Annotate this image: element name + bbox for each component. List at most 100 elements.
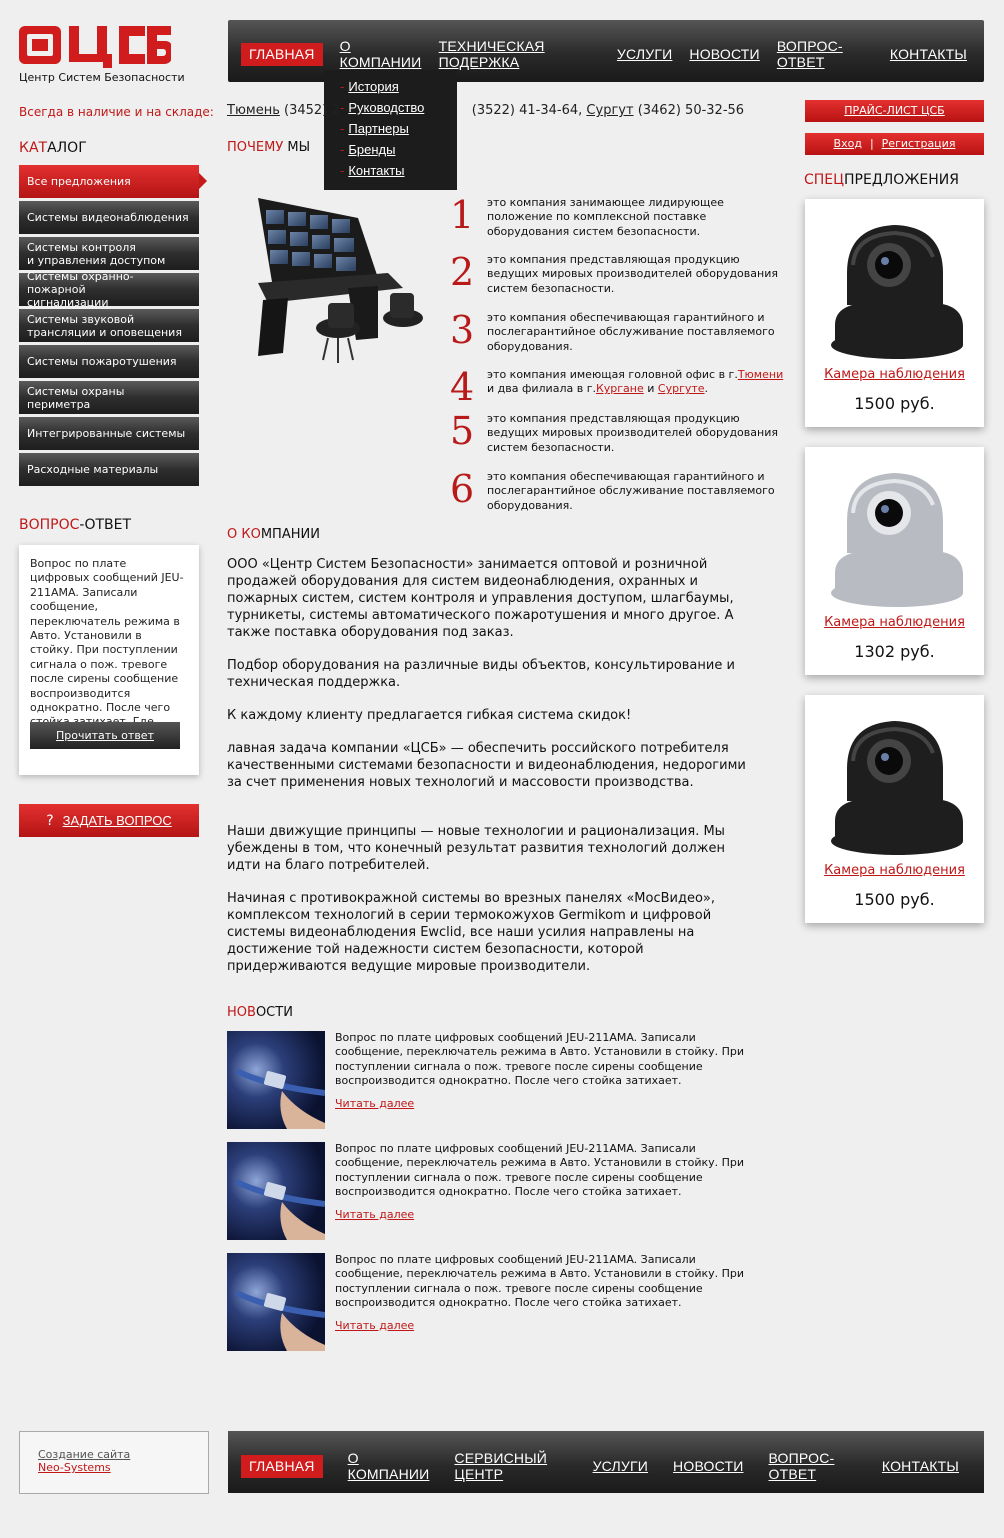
control-room-image: [258, 198, 423, 363]
catalog-item[interactable]: Интегрированные системы: [19, 417, 199, 450]
city-link[interactable]: Кургане: [596, 382, 644, 395]
footer-nav-item-0[interactable]: ГЛАВНАЯ: [241, 1454, 323, 1478]
city-phones: Тюмень (3452) 2 (3522) 41-34-64, Сургут …: [227, 103, 744, 118]
footer-nav: ГЛАВНАЯ О КОМПАНИИ СЕРВИСНЫЙ ЦЕНТР УСЛУГИ НО…: [228, 1431, 984, 1493]
why-text-part: и: [643, 382, 658, 396]
footer-nav-item-3[interactable]: УСЛУГИ: [593, 1458, 648, 1474]
news-title: НОВОСТИ: [227, 1005, 293, 1020]
why-item: 5 это компания представляющая продукцию в…: [450, 411, 790, 455]
login-link[interactable]: Вход: [834, 137, 862, 150]
why-text-part: и два филиала в г.: [487, 382, 596, 396]
news-thumbnail[interactable]: [227, 1031, 325, 1129]
city-link[interactable]: Сургут: [586, 103, 633, 118]
logo[interactable]: [19, 22, 171, 70]
nav-item-1[interactable]: О КОМПАНИИ: [340, 38, 422, 70]
phone: (3452) 2: [284, 103, 340, 118]
why-text: это компания представляющая продукцию ве…: [487, 412, 778, 454]
ask-question-button[interactable]: ? ЗАДАТЬ ВОПРОС: [19, 804, 199, 837]
product-image[interactable]: [825, 205, 965, 365]
footer-nav-item-4[interactable]: НОВОСТИ: [673, 1458, 743, 1474]
dropdown-item[interactable]: - Бренды: [340, 139, 457, 160]
bullet-icon: -: [340, 163, 345, 178]
product-image[interactable]: [825, 701, 965, 861]
catalog-item[interactable]: Системы звуковой трансляции и оповещения: [19, 309, 199, 342]
why-item: 3 это компания обеспечивающая гарантийног…: [450, 310, 790, 354]
city-link[interactable]: Сургуте: [658, 382, 705, 395]
product-price: 1500 руб.: [854, 890, 935, 909]
ask-question-label: ЗАДАТЬ ВОПРОС: [62, 813, 172, 828]
footer-nav-item-2[interactable]: СЕРВИСНЫЙ ЦЕНТР: [454, 1450, 567, 1482]
product-price: 1302 руб.: [854, 642, 935, 661]
why-item: 1 это компания занимающее лидирующее поло…: [450, 195, 790, 239]
dropdown-item[interactable]: - История: [340, 76, 457, 97]
login-bar: Вход | Регистрация: [805, 133, 984, 155]
dropdown-item[interactable]: - Контакты: [340, 160, 457, 181]
credits: Создание сайта Neo-Systems: [19, 1431, 209, 1494]
logo-subtitle: Центр Систем Безопасности: [19, 71, 185, 84]
why-number: 3: [450, 308, 475, 352]
product-card: Камера наблюдения 1500 руб.: [805, 199, 984, 427]
news-text: Вопрос по плате цифровых сообщений JEU-2…: [335, 1142, 745, 1199]
catalog-item[interactable]: Расходные материалы: [19, 453, 199, 486]
footer-nav-item-1[interactable]: О КОМПАНИИ: [348, 1450, 430, 1482]
catalog-item[interactable]: Системы пожаротушения: [19, 345, 199, 378]
about-dropdown: - История - Руководство - Партнеры - Бренды - Кон…: [324, 70, 457, 190]
why-item: 2 это компания представляющая продукцию в…: [450, 252, 790, 296]
read-more-link[interactable]: Читать далее: [335, 1319, 414, 1333]
read-more-link[interactable]: Читать далее: [335, 1208, 414, 1222]
credit-link[interactable]: Создание сайта: [38, 1448, 208, 1461]
bullet-icon: -: [340, 79, 345, 94]
nav-item-6[interactable]: КОНТАКТЫ: [890, 46, 967, 62]
why-number: 6: [450, 467, 475, 511]
product-price: 1500 руб.: [854, 394, 935, 413]
dropdown-item-label: Контакты: [348, 163, 405, 178]
read-more-link[interactable]: Читать далее: [335, 1097, 414, 1111]
separator: |: [869, 137, 874, 150]
why-text: это компания имеющая головной офис в г.Т…: [487, 367, 787, 407]
why-text-part: .: [704, 382, 709, 396]
nav-item-0[interactable]: ГЛАВНАЯ: [241, 42, 323, 66]
why-text-part: это компания имеющая головной офис в г.: [487, 368, 738, 381]
news-body: Вопрос по плате цифровых сообщений JEU-2…: [335, 1142, 745, 1222]
nav-item-4[interactable]: НОВОСТИ: [689, 46, 759, 62]
product-name-link[interactable]: Камера наблюдения: [805, 367, 984, 382]
about-paragraph: К каждому клиенту предлагается гибкая си…: [227, 708, 632, 723]
why-text: это компания занимающее лидирующее полож…: [487, 196, 724, 238]
nav-item-3[interactable]: УСЛУГИ: [617, 46, 672, 62]
about-paragraph: Наши движущие принципы — новые технологи…: [227, 824, 725, 873]
footer-nav-item-5[interactable]: ВОПРОС-ОТВЕТ: [768, 1450, 856, 1482]
catalog-item[interactable]: Системы контроля и управления доступом: [19, 237, 199, 270]
catalog-item[interactable]: Все предложения: [19, 165, 207, 198]
catalog-item[interactable]: Системы видеонаблюдения: [19, 201, 199, 234]
product-name-link[interactable]: Камера наблюдения: [805, 615, 984, 630]
why-number: 4: [450, 365, 475, 409]
city-link[interactable]: Тюмень: [227, 103, 280, 118]
catalog-item[interactable]: Системы охраны периметра: [19, 381, 199, 414]
nav-item-2[interactable]: ТЕХНИЧЕСКАЯ ПОДЕРЖКА: [439, 38, 600, 70]
bullet-icon: -: [340, 142, 345, 157]
phone: (3522) 41-34-64,: [471, 103, 583, 118]
credit-company-link[interactable]: Neo-Systems: [38, 1461, 208, 1474]
qa-title: ВОПРОС-ОТВЕТ: [19, 517, 132, 533]
dropdown-item[interactable]: - Партнеры: [340, 118, 457, 139]
news-thumbnail[interactable]: [227, 1142, 325, 1240]
why-text: это компания обеспечивающая гарантийного…: [487, 470, 775, 512]
why-item: 6 это компания обеспечивающая гарантийног…: [450, 469, 790, 513]
about-text: ООО «Центр Систем Безопасности» занимает…: [227, 556, 747, 991]
product-image[interactable]: [825, 453, 965, 613]
why-item: 4 это компания имеющая головной офис в г.…: [450, 367, 790, 407]
qa-question: Вопрос по плате цифровых сообщений JEU-2…: [30, 557, 184, 743]
read-answer-button[interactable]: Прочитать ответ: [30, 722, 180, 749]
catalog-item[interactable]: Системы охранно-пожарной сигнализации: [19, 270, 199, 309]
city-link[interactable]: Тюмени: [738, 368, 783, 381]
dropdown-item-label: История: [348, 79, 399, 94]
footer-nav-item-6[interactable]: КОНТАКТЫ: [882, 1458, 959, 1474]
product-name-link[interactable]: Камера наблюдения: [805, 863, 984, 878]
price-list-button[interactable]: ПРАЙС-ЛИСТ ЦСБ: [805, 100, 984, 122]
why-number: 2: [450, 250, 475, 294]
news-text: Вопрос по плате цифровых сообщений JEU-2…: [335, 1253, 745, 1310]
why-text: это компания обеспечивающая гарантийного…: [487, 311, 775, 353]
nav-item-5[interactable]: ВОПРОС-ОТВЕТ: [777, 38, 873, 70]
register-link[interactable]: Регистрация: [882, 137, 956, 150]
news-thumbnail[interactable]: [227, 1253, 325, 1351]
